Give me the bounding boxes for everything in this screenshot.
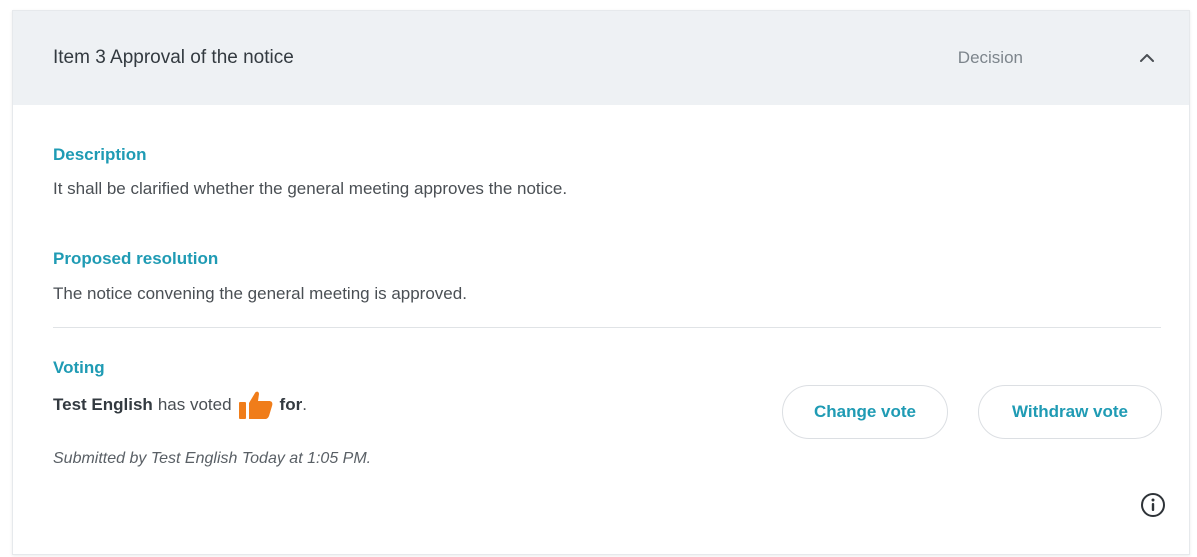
agenda-item-header[interactable]: Item 3 Approval of the notice Decision bbox=[13, 11, 1189, 105]
vote-verb: has voted bbox=[157, 395, 232, 414]
info-icon[interactable] bbox=[1139, 491, 1167, 519]
vote-submitted-info: Submitted by Test English Today at 1:05 … bbox=[53, 450, 372, 467]
agenda-item-title: Item 3 Approval of the notice bbox=[53, 47, 294, 68]
agenda-item-card: Item 3 Approval of the notice Decision D… bbox=[12, 10, 1190, 555]
voting-label: Voting bbox=[53, 358, 105, 377]
voter-name: Test English bbox=[53, 395, 153, 414]
thumbs-up-icon bbox=[238, 390, 274, 420]
divider bbox=[53, 327, 1161, 328]
proposed-resolution-label: Proposed resolution bbox=[53, 249, 219, 268]
proposed-resolution-text: The notice convening the general meeting… bbox=[53, 284, 467, 303]
description-label: Description bbox=[53, 145, 147, 164]
description-text: It shall be clarified whether the genera… bbox=[53, 179, 568, 198]
vote-period: . bbox=[302, 395, 307, 414]
chevron-up-icon[interactable] bbox=[1135, 46, 1159, 70]
withdraw-vote-button[interactable]: Withdraw vote bbox=[978, 385, 1162, 439]
agenda-item-type: Decision bbox=[957, 48, 1023, 67]
change-vote-button[interactable]: Change vote bbox=[782, 385, 948, 439]
vote-direction: for bbox=[279, 395, 303, 414]
vote-status: Test English has voted for. bbox=[53, 390, 307, 420]
